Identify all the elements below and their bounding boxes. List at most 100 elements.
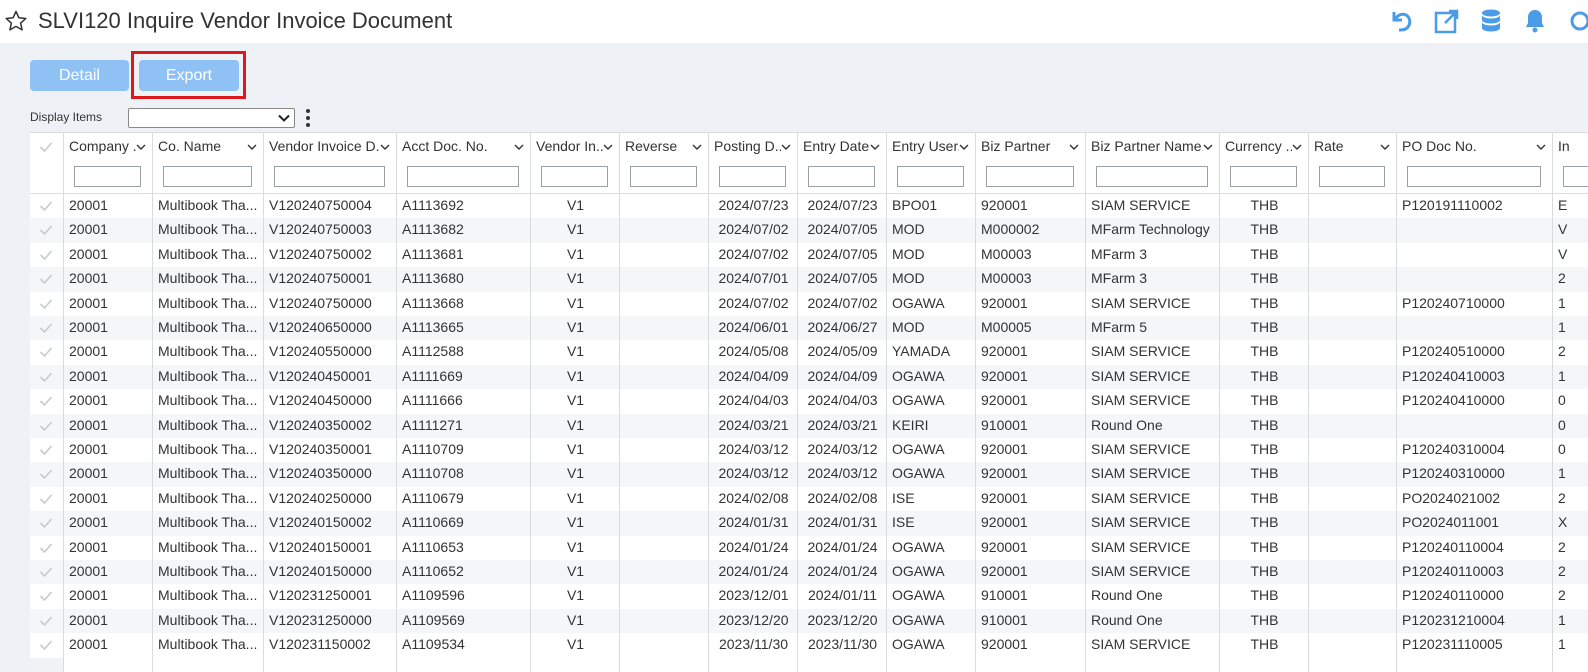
column-header-vendor-invoice-ver[interactable]: Vendor In... bbox=[536, 138, 603, 154]
row-check-icon[interactable] bbox=[39, 590, 53, 602]
cell-po-doc-no: P120240310000 bbox=[1402, 465, 1505, 482]
filter-input-in[interactable] bbox=[1563, 166, 1588, 187]
row-check-icon[interactable] bbox=[39, 444, 53, 456]
row-check-icon[interactable] bbox=[39, 200, 53, 212]
sort-chevron-icon[interactable] bbox=[1536, 143, 1546, 151]
row-check-icon[interactable] bbox=[39, 395, 53, 407]
cell-biz-partner-name: SIAM SERVICE bbox=[1091, 636, 1191, 653]
row-check-icon[interactable] bbox=[39, 566, 53, 578]
sort-chevron-icon[interactable] bbox=[380, 143, 390, 151]
column-header-posting-date[interactable]: Posting D... bbox=[714, 138, 781, 154]
sort-chevron-icon[interactable] bbox=[1292, 143, 1302, 151]
user-menu-icon[interactable] bbox=[1566, 7, 1588, 35]
column-header-biz-partner[interactable]: Biz Partner bbox=[981, 138, 1069, 154]
row-check-icon[interactable] bbox=[39, 371, 53, 383]
row-check-icon[interactable] bbox=[39, 322, 53, 334]
column-header-po-doc-no[interactable]: PO Doc No. bbox=[1402, 138, 1536, 154]
back-arrow-icon[interactable] bbox=[1388, 7, 1416, 35]
filter-input-company[interactable] bbox=[74, 166, 141, 187]
sort-chevron-icon[interactable] bbox=[136, 143, 146, 151]
filter-input-biz-partner-name[interactable] bbox=[1096, 166, 1208, 187]
column-header-biz-partner-name[interactable]: Biz Partner Name... bbox=[1091, 138, 1203, 154]
cell-entry-date: 2023/11/30 bbox=[807, 636, 878, 653]
column-divider bbox=[152, 132, 153, 672]
export-highlight-box bbox=[131, 51, 246, 99]
column-header-acct-doc-no[interactable]: Acct Doc. No. bbox=[402, 138, 514, 154]
row-check-icon[interactable] bbox=[39, 468, 53, 480]
cell-in: 2 bbox=[1558, 270, 1566, 287]
cell-acct-doc-no: A1113668 bbox=[402, 294, 464, 311]
row-check-icon[interactable] bbox=[39, 346, 53, 358]
sort-chevron-icon[interactable] bbox=[870, 143, 880, 151]
cell-po-doc-no: P120191110002 bbox=[1402, 197, 1503, 213]
notification-bell-icon[interactable] bbox=[1521, 7, 1549, 35]
detail-button[interactable]: Detail bbox=[30, 60, 129, 91]
filter-input-po-doc-no[interactable] bbox=[1407, 166, 1541, 187]
display-items-select[interactable] bbox=[128, 108, 295, 128]
select-all-check-icon[interactable] bbox=[39, 141, 53, 153]
sort-chevron-icon[interactable] bbox=[1380, 143, 1390, 151]
column-header-vendor-invoice-doc[interactable]: Vendor Invoice D... bbox=[269, 138, 380, 154]
filter-input-currency[interactable] bbox=[1230, 166, 1297, 187]
row-check-icon[interactable] bbox=[39, 420, 53, 432]
cell-co-name: Multibook Tha... bbox=[158, 514, 258, 531]
sort-chevron-icon[interactable] bbox=[1069, 143, 1079, 151]
cell-vendor-invoice-doc: V120240750002 bbox=[269, 245, 372, 262]
cell-biz-partner: 910001 bbox=[981, 611, 1028, 628]
cell-vendor-invoice-doc: V120231250000 bbox=[269, 611, 372, 628]
cell-po-doc-no: P120240110003 bbox=[1402, 563, 1504, 579]
column-header-co-name[interactable]: Co. Name bbox=[158, 138, 247, 154]
open-external-icon[interactable] bbox=[1433, 7, 1461, 35]
filter-input-vendor-invoice-doc[interactable] bbox=[274, 166, 385, 187]
sort-chevron-icon[interactable] bbox=[959, 143, 969, 151]
cell-vendor-invoice-ver: V1 bbox=[566, 392, 585, 409]
row-check-icon[interactable] bbox=[39, 273, 53, 285]
column-header-company[interactable]: Company ... bbox=[69, 138, 136, 154]
cell-currency: THB bbox=[1250, 245, 1279, 262]
sort-chevron-icon[interactable] bbox=[1203, 143, 1213, 151]
column-header-reverse[interactable]: Reverse bbox=[625, 138, 692, 154]
row-check-icon[interactable] bbox=[39, 639, 53, 651]
filter-input-rate[interactable] bbox=[1319, 166, 1385, 187]
cell-vendor-invoice-ver: V1 bbox=[566, 416, 585, 433]
column-header-entry-user[interactable]: Entry User... bbox=[892, 138, 959, 154]
row-check-icon[interactable] bbox=[39, 249, 53, 261]
row-check-icon[interactable] bbox=[39, 615, 53, 627]
sort-chevron-icon[interactable] bbox=[247, 143, 257, 151]
cell-biz-partner-name: Round One bbox=[1091, 611, 1163, 628]
filter-input-biz-partner[interactable] bbox=[986, 166, 1074, 187]
column-divider bbox=[797, 132, 798, 672]
cell-entry-user: YAMADA bbox=[892, 343, 951, 360]
cell-currency: THB bbox=[1250, 587, 1279, 604]
filter-input-co-name[interactable] bbox=[163, 166, 252, 187]
column-header-in[interactable]: In bbox=[1558, 138, 1588, 154]
filter-input-acct-doc-no[interactable] bbox=[407, 166, 519, 187]
database-icon[interactable] bbox=[1477, 7, 1505, 35]
sort-chevron-icon[interactable] bbox=[781, 143, 791, 151]
cell-entry-user: OGAWA bbox=[892, 294, 945, 311]
row-check-icon[interactable] bbox=[39, 298, 53, 310]
row-check-icon[interactable] bbox=[39, 493, 53, 505]
cell-in: 1 bbox=[1558, 636, 1566, 653]
cell-company: 20001 bbox=[69, 197, 108, 213]
row-check-icon[interactable] bbox=[39, 542, 53, 554]
filter-input-reverse[interactable] bbox=[630, 166, 697, 187]
cell-in: E bbox=[1558, 197, 1568, 213]
filter-input-entry-date[interactable] bbox=[808, 166, 875, 187]
sort-chevron-icon[interactable] bbox=[603, 143, 613, 151]
cell-vendor-invoice-ver: V1 bbox=[566, 465, 585, 482]
row-check-icon[interactable] bbox=[39, 224, 53, 236]
column-divider bbox=[886, 132, 887, 672]
more-options-icon[interactable] bbox=[304, 108, 312, 128]
filter-input-vendor-invoice-ver[interactable] bbox=[541, 166, 608, 187]
sort-chevron-icon[interactable] bbox=[692, 143, 702, 151]
favorite-star-icon[interactable] bbox=[4, 9, 28, 33]
row-check-icon[interactable] bbox=[39, 517, 53, 529]
column-header-currency[interactable]: Currency ... bbox=[1225, 138, 1292, 154]
sort-chevron-icon[interactable] bbox=[514, 143, 524, 151]
filter-input-posting-date[interactable] bbox=[719, 166, 786, 187]
filter-input-entry-user[interactable] bbox=[897, 166, 964, 187]
column-header-rate[interactable]: Rate bbox=[1314, 138, 1380, 154]
column-header-entry-date[interactable]: Entry Date... bbox=[803, 138, 870, 154]
cell-co-name: Multibook Tha... bbox=[158, 245, 258, 262]
